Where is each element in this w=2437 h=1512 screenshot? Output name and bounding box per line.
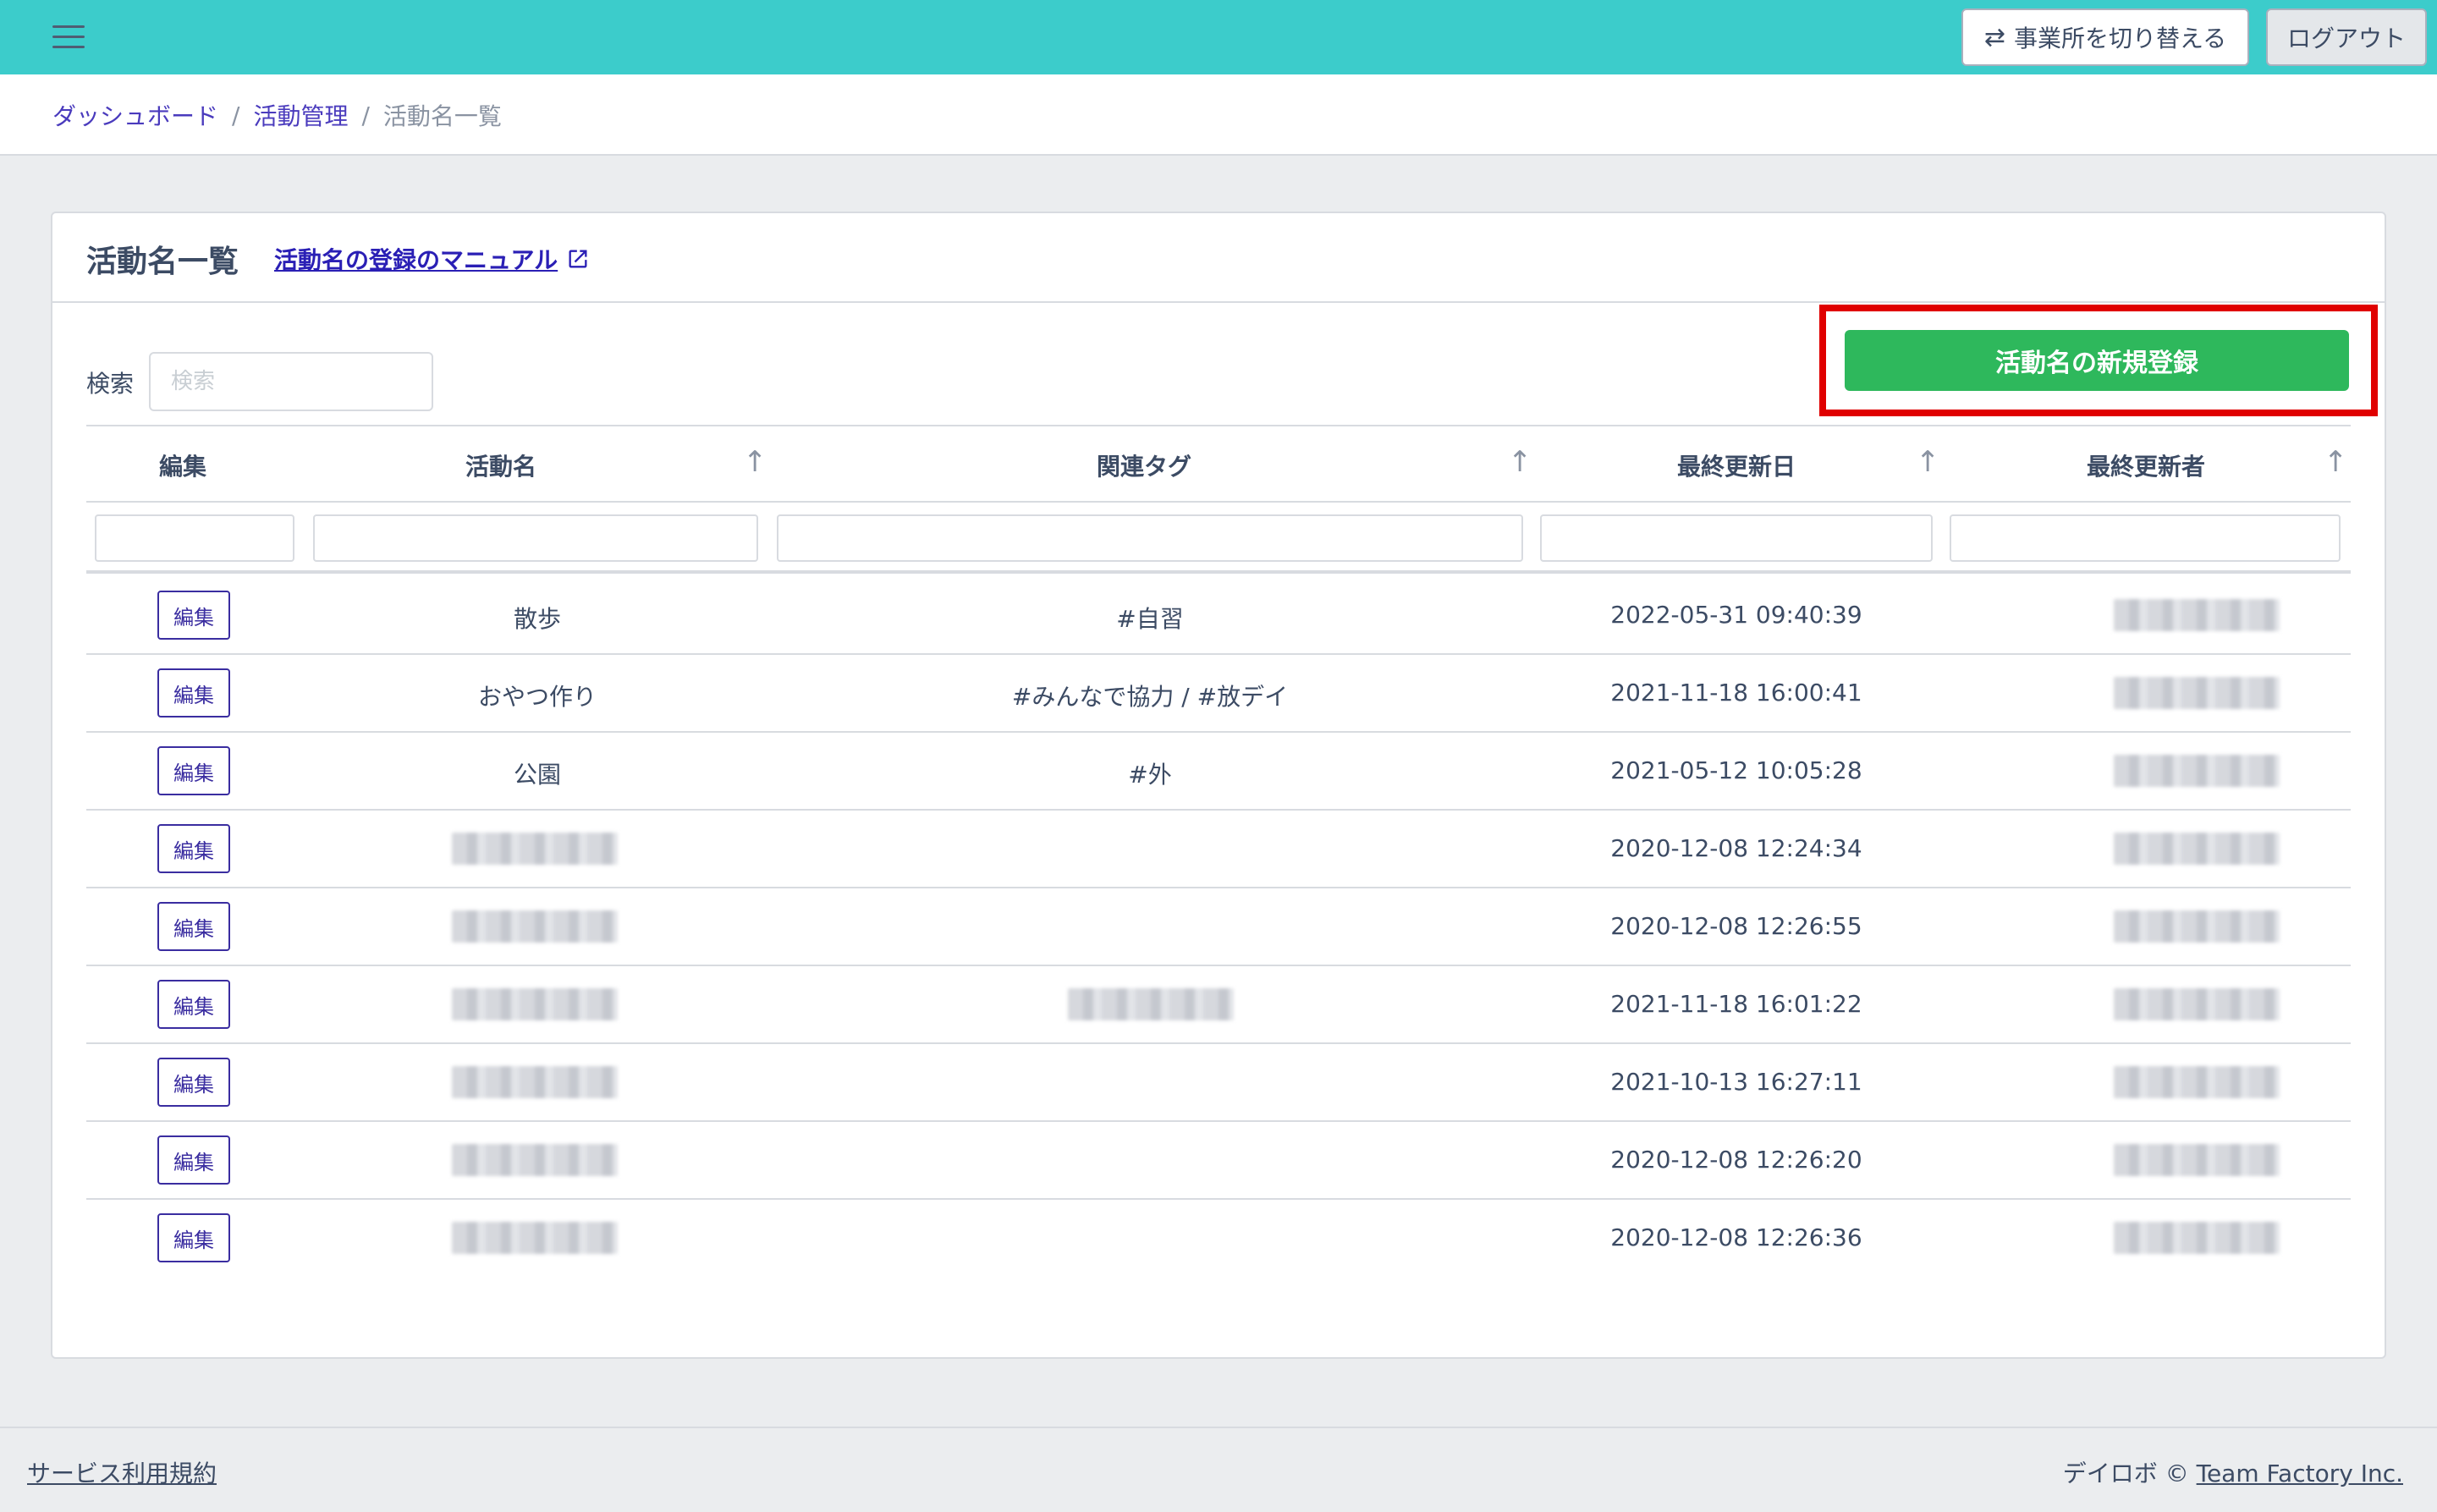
- edit-button[interactable]: 編集: [157, 746, 230, 795]
- filter-activity-name-input[interactable]: [313, 514, 758, 562]
- updated-date-cell: 2022-05-31 09:40:39: [1610, 601, 1862, 629]
- column-header-updated-date: 最終更新日: [1676, 453, 1796, 481]
- search-input[interactable]: [149, 352, 433, 411]
- company-link[interactable]: Team Factory Inc.: [2197, 1460, 2403, 1487]
- menu-icon[interactable]: [52, 25, 85, 49]
- tag-cell: #外: [1128, 761, 1172, 789]
- sort-icon[interactable]: ↑: [1916, 445, 1940, 479]
- external-link-icon: [569, 250, 587, 268]
- breadcrumb: ダッシュボード / 活動管理 / 活動名一覧: [52, 98, 502, 132]
- column-header-updated-by: 最終更新者: [2086, 453, 2205, 481]
- edit-button[interactable]: 編集: [157, 1213, 230, 1262]
- copyright-prefix: デイロボ ©: [2062, 1460, 2189, 1487]
- tag-cell: #みんなで協力 / #放デイ: [1011, 683, 1289, 711]
- redacted-activity-name: [452, 910, 618, 943]
- manual-link-label: 活動名の登録のマニュアル: [274, 246, 558, 274]
- sort-icon[interactable]: ↑: [743, 445, 767, 479]
- updated-date-cell: 2021-05-12 10:05:28: [1610, 756, 1862, 784]
- updated-date-cell: 2021-10-13 16:27:11: [1610, 1068, 1862, 1096]
- column-header-activity-name: 活動名: [465, 453, 536, 481]
- column-header-tags: 関連タグ: [1096, 453, 1191, 481]
- edit-button[interactable]: 編集: [157, 591, 230, 640]
- column-header-edit: 編集: [158, 453, 206, 481]
- updated-date-cell: 2021-11-18 16:00:41: [1610, 679, 1862, 707]
- footer: サービス利用規約 デイロボ © Team Factory Inc.: [0, 1427, 2437, 1512]
- sort-icon[interactable]: ↑: [1508, 445, 1532, 479]
- activity-name-cell: 公園: [513, 761, 561, 789]
- redacted-updated-by: [2114, 677, 2280, 709]
- swap-arrows-icon: ⇄: [1983, 22, 2005, 52]
- breadcrumb-separator: /: [361, 101, 370, 129]
- edit-button[interactable]: 編集: [157, 1135, 230, 1185]
- updated-date-cell: 2020-12-08 12:26:20: [1610, 1146, 1862, 1174]
- redacted-updated-by: [2114, 988, 2280, 1020]
- copyright: デイロボ © Team Factory Inc.: [2063, 1455, 2403, 1489]
- updated-date-cell: 2020-12-08 12:26:55: [1610, 912, 1862, 940]
- activity-name-cell: おやつ作り: [477, 683, 597, 711]
- edit-button[interactable]: 編集: [157, 668, 230, 718]
- redacted-activity-name: [452, 988, 618, 1020]
- table-row: 編集 2020-12-08 12:26:36: [86, 1200, 2351, 1278]
- top-header: ⇄ 事業所を切り替える ログアウト: [0, 0, 2437, 74]
- filter-updated-date-input[interactable]: [1540, 514, 1933, 562]
- sort-icon[interactable]: ↑: [2324, 445, 2348, 479]
- filter-updated-by-input[interactable]: [1950, 514, 2341, 562]
- updated-date-cell: 2020-12-08 12:24:34: [1610, 834, 1862, 862]
- table-row: 編集 おやつ作り #みんなで協力 / #放デイ 2021-11-18 16:00:41: [86, 655, 2351, 733]
- edit-button[interactable]: 編集: [157, 824, 230, 873]
- edit-button[interactable]: 編集: [157, 980, 230, 1029]
- switch-office-label: 事業所を切り替える: [2013, 25, 2227, 52]
- breadcrumb-current: 活動名一覧: [382, 102, 502, 130]
- switch-office-button[interactable]: ⇄ 事業所を切り替える: [1961, 8, 2249, 66]
- redacted-updated-by: [2114, 1144, 2280, 1176]
- edit-button[interactable]: 編集: [157, 1058, 230, 1107]
- breadcrumb-dashboard[interactable]: ダッシュボード: [52, 98, 218, 132]
- table-row: 編集 公園 #外 2021-05-12 10:05:28: [86, 733, 2351, 811]
- redacted-updated-by: [2114, 833, 2280, 865]
- redacted-updated-by: [2114, 910, 2280, 943]
- redacted-activity-name: [452, 1066, 618, 1098]
- redacted-updated-by: [2114, 599, 2280, 631]
- breadcrumb-separator: /: [232, 101, 240, 129]
- table-row: 編集 2021-10-13 16:27:11: [86, 1044, 2351, 1122]
- card-header: 活動名一覧 活動名の登録のマニュアル: [52, 213, 2385, 303]
- edit-button[interactable]: 編集: [157, 902, 230, 951]
- table-row: 編集 2020-12-08 12:26:55: [86, 888, 2351, 966]
- page-title: 活動名一覧: [86, 245, 239, 279]
- redacted-updated-by: [2114, 1066, 2280, 1098]
- redacted-activity-name: [452, 1144, 618, 1176]
- search-label: 検索: [86, 370, 135, 398]
- redacted-activity-name: [452, 1222, 618, 1254]
- breadcrumb-bar: ダッシュボード / 活動管理 / 活動名一覧: [0, 74, 2437, 156]
- activity-name-cell: 散歩: [513, 605, 561, 633]
- filter-edit-input[interactable]: [95, 514, 294, 562]
- manual-link[interactable]: 活動名の登録のマニュアル: [274, 242, 590, 276]
- redacted-tag: [1068, 988, 1234, 1020]
- tag-cell: #自習: [1116, 605, 1184, 633]
- table-row: 編集 2021-11-18 16:01:22: [86, 966, 2351, 1044]
- updated-date-cell: 2021-11-18 16:01:22: [1610, 990, 1862, 1018]
- table-header: 編集 活動名 ↑ 関連タグ ↑ 最終更新日 ↑ 最終更新者 ↑: [86, 425, 2351, 503]
- new-activity-button[interactable]: 活動名の新規登録: [1845, 330, 2349, 391]
- redacted-activity-name: [452, 833, 618, 865]
- table-row: 編集 2020-12-08 12:24:34: [86, 811, 2351, 888]
- table-row: 編集 散歩 #自習 2022-05-31 09:40:39: [86, 577, 2351, 655]
- logout-button[interactable]: ログアウト: [2266, 8, 2427, 66]
- activity-list-card: 活動名一覧 活動名の登録のマニュアル 検索 活動名の新規登録 編集 活動名 ↑ …: [51, 212, 2386, 1359]
- filter-tags-input[interactable]: [777, 514, 1523, 562]
- redacted-updated-by: [2114, 755, 2280, 787]
- filter-row: [86, 504, 2351, 574]
- breadcrumb-activity-management[interactable]: 活動管理: [253, 98, 348, 132]
- terms-link[interactable]: サービス利用規約: [27, 1455, 217, 1489]
- redacted-updated-by: [2114, 1222, 2280, 1254]
- updated-date-cell: 2020-12-08 12:26:36: [1610, 1223, 1862, 1251]
- table-row: 編集 2020-12-08 12:26:20: [86, 1122, 2351, 1200]
